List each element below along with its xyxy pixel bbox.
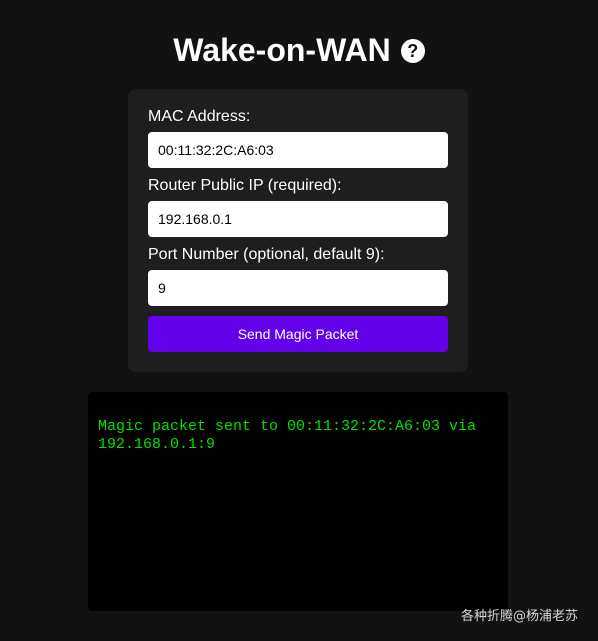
output-console: Magic packet sent to 00:11:32:2C:A6:03 v… [88, 392, 508, 611]
page-title: Wake-on-WAN [173, 31, 391, 68]
header: Wake-on-WAN ? [0, 28, 598, 72]
wol-form: MAC Address: Router Public IP (required)… [128, 89, 468, 372]
mac-address-input[interactable] [148, 132, 448, 168]
send-magic-packet-button[interactable]: Send Magic Packet [148, 316, 448, 352]
router-ip-label: Router Public IP (required): [148, 177, 342, 194]
port-number-input[interactable] [148, 270, 448, 306]
help-icon[interactable]: ? [400, 39, 425, 63]
port-number-label: Port Number (optional, default 9): [148, 246, 385, 263]
output-message: Magic packet sent to 00:11:32:2C:A6:03 v… [98, 418, 486, 453]
router-ip-input[interactable] [148, 201, 448, 237]
watermark: 各种折腾@杨浦老苏 [460, 609, 578, 624]
mac-address-label: MAC Address: [148, 108, 251, 125]
